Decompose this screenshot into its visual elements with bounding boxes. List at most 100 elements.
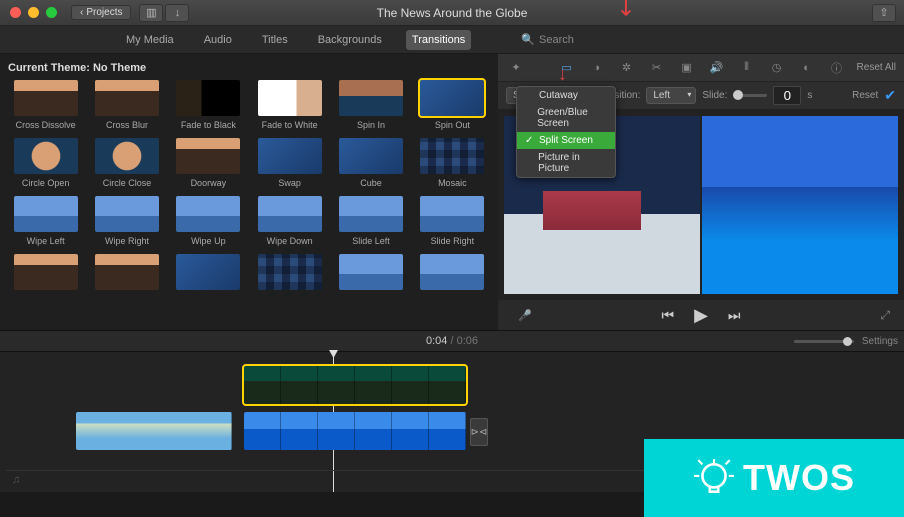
music-note-icon: ♫: [12, 474, 20, 486]
transition-item[interactable]: [335, 254, 406, 294]
menu-item-cutaway[interactable]: Cutaway: [517, 87, 615, 104]
transition-thumbnail: [176, 138, 240, 174]
media-tabs-bar: My Media Audio Titles Backgrounds Transi…: [0, 26, 904, 54]
transition-item[interactable]: Fade to Black: [173, 80, 244, 130]
info-button[interactable]: ⓘ: [827, 58, 847, 78]
slide-slider[interactable]: [733, 94, 767, 97]
search-placeholder: Search: [539, 34, 574, 46]
transition-item[interactable]: Circle Open: [10, 138, 81, 188]
transition-item[interactable]: [91, 254, 162, 294]
timeline-clip-overlay[interactable]: [244, 366, 466, 404]
speed-button[interactable]: ◷: [767, 58, 787, 78]
transition-item[interactable]: Fade to White: [254, 80, 325, 130]
transition-thumbnail: [258, 254, 322, 290]
transition-thumbnail: [176, 196, 240, 232]
timeline-clip-map[interactable]: [76, 412, 232, 450]
transition-thumbnail: [339, 196, 403, 232]
wand-icon: ✦: [511, 61, 520, 74]
play-button[interactable]: ▶: [694, 305, 708, 326]
transition-thumbnail: [339, 254, 403, 290]
menu-item-split-screen[interactable]: ✓Split Screen: [517, 132, 615, 149]
close-window-button[interactable]: [10, 7, 21, 18]
transition-label: Slide Left: [352, 236, 390, 246]
timeline-clip-waterfall[interactable]: [244, 412, 466, 450]
transition-item[interactable]: Wipe Down: [254, 196, 325, 246]
skip-forward-button[interactable]: ⏭: [728, 307, 741, 324]
timeline-settings-button[interactable]: Settings: [862, 336, 898, 347]
magic-wand-button[interactable]: ✦: [506, 58, 526, 78]
tab-transitions[interactable]: Transitions: [406, 30, 471, 50]
transition-thumbnail: [95, 80, 159, 116]
transition-thumbnail: [258, 80, 322, 116]
transition-thumbnail: [258, 196, 322, 232]
transition-item[interactable]: Mosaic: [417, 138, 488, 188]
transition-item[interactable]: Swap: [254, 138, 325, 188]
download-icon: ↓: [175, 7, 181, 19]
stabilize-button[interactable]: ▣: [677, 58, 697, 78]
transition-item[interactable]: Wipe Left: [10, 196, 81, 246]
transition-item[interactable]: [254, 254, 325, 294]
download-media-button[interactable]: ↓: [165, 4, 189, 22]
transition-thumbnail: [176, 80, 240, 116]
transition-item[interactable]: Cube: [335, 138, 406, 188]
search-field[interactable]: 🔍 Search: [521, 33, 574, 46]
crop-icon: ✂: [652, 61, 661, 74]
transition-thumbnail: [14, 138, 78, 174]
slide-value-input[interactable]: [773, 86, 801, 105]
volume-button[interactable]: 🔊: [707, 58, 727, 78]
transition-item[interactable]: Slide Left: [335, 196, 406, 246]
transition-item[interactable]: Spin In: [335, 80, 406, 130]
position-dropdown[interactable]: Left: [646, 87, 696, 104]
import-media-button[interactable]: ▥: [139, 4, 163, 22]
transition-item[interactable]: Spin Out: [417, 80, 488, 130]
transition-item[interactable]: Circle Close: [91, 138, 162, 188]
transition-item[interactable]: Wipe Right: [91, 196, 162, 246]
transition-item[interactable]: Cross Blur: [91, 80, 162, 130]
timeline-zoom[interactable]: [794, 340, 854, 343]
clip-filter-button[interactable]: ◐: [797, 58, 817, 78]
apply-check-icon[interactable]: ✔: [884, 87, 896, 104]
transitions-browser: Current Theme: No Theme Cross DissolveCr…: [0, 54, 498, 330]
voiceover-button[interactable]: 🎤: [518, 309, 532, 322]
playback-controls: 🎤 ⏮ ▶ ⏭ ⤢: [498, 300, 904, 330]
transition-thumbnail: [95, 254, 159, 290]
transition-item[interactable]: Slide Right: [417, 196, 488, 246]
tab-my-media[interactable]: My Media: [120, 30, 180, 50]
reset-all-button[interactable]: Reset All: [857, 62, 896, 73]
color-correction-button[interactable]: ✲: [617, 58, 637, 78]
tab-titles[interactable]: Titles: [256, 30, 294, 50]
overlay-mode-menu: Cutaway Green/Blue Screen ✓Split Screen …: [516, 86, 616, 178]
skip-back-button[interactable]: ⏮: [661, 307, 674, 324]
minimize-window-button[interactable]: [28, 7, 39, 18]
fullscreen-window-button[interactable]: [46, 7, 57, 18]
reset-button[interactable]: Reset: [852, 90, 878, 101]
transition-item[interactable]: [417, 254, 488, 294]
menu-item-pip[interactable]: Picture in Picture: [517, 149, 615, 177]
transition-label: Slide Right: [431, 236, 475, 246]
annotation-arrow-side: ↓: [558, 64, 567, 85]
window-controls: [0, 7, 57, 18]
noise-reduction-button[interactable]: ⫴: [737, 58, 757, 78]
transition-item[interactable]: [173, 254, 244, 294]
transition-item[interactable]: Cross Dissolve: [10, 80, 81, 130]
transition-placeholder[interactable]: ⊳⊲: [470, 418, 488, 446]
back-to-projects-button[interactable]: ‹ Projects: [71, 5, 131, 20]
share-button[interactable]: ⇧: [872, 4, 896, 22]
color-balance-button[interactable]: ◑: [587, 58, 607, 78]
watermark-text: TWOS: [743, 457, 855, 499]
menu-item-green-blue[interactable]: Green/Blue Screen: [517, 104, 615, 132]
transition-thumbnail: [420, 254, 484, 290]
transition-label: Wipe Up: [191, 236, 226, 246]
tab-audio[interactable]: Audio: [198, 30, 238, 50]
transition-thumbnail: [14, 254, 78, 290]
time-current: 0:04: [426, 335, 447, 347]
fullscreen-button[interactable]: ⤢: [880, 308, 890, 323]
expand-icon: ⤢: [880, 308, 890, 322]
timeline-header: 0:04 / 0:06 Settings: [0, 330, 904, 352]
transition-item[interactable]: [10, 254, 81, 294]
tab-backgrounds[interactable]: Backgrounds: [312, 30, 388, 50]
transition-item[interactable]: Wipe Up: [173, 196, 244, 246]
transition-item[interactable]: Doorway: [173, 138, 244, 188]
media-tabs: My Media Audio Titles Backgrounds Transi…: [120, 30, 471, 50]
crop-button[interactable]: ✂: [647, 58, 667, 78]
